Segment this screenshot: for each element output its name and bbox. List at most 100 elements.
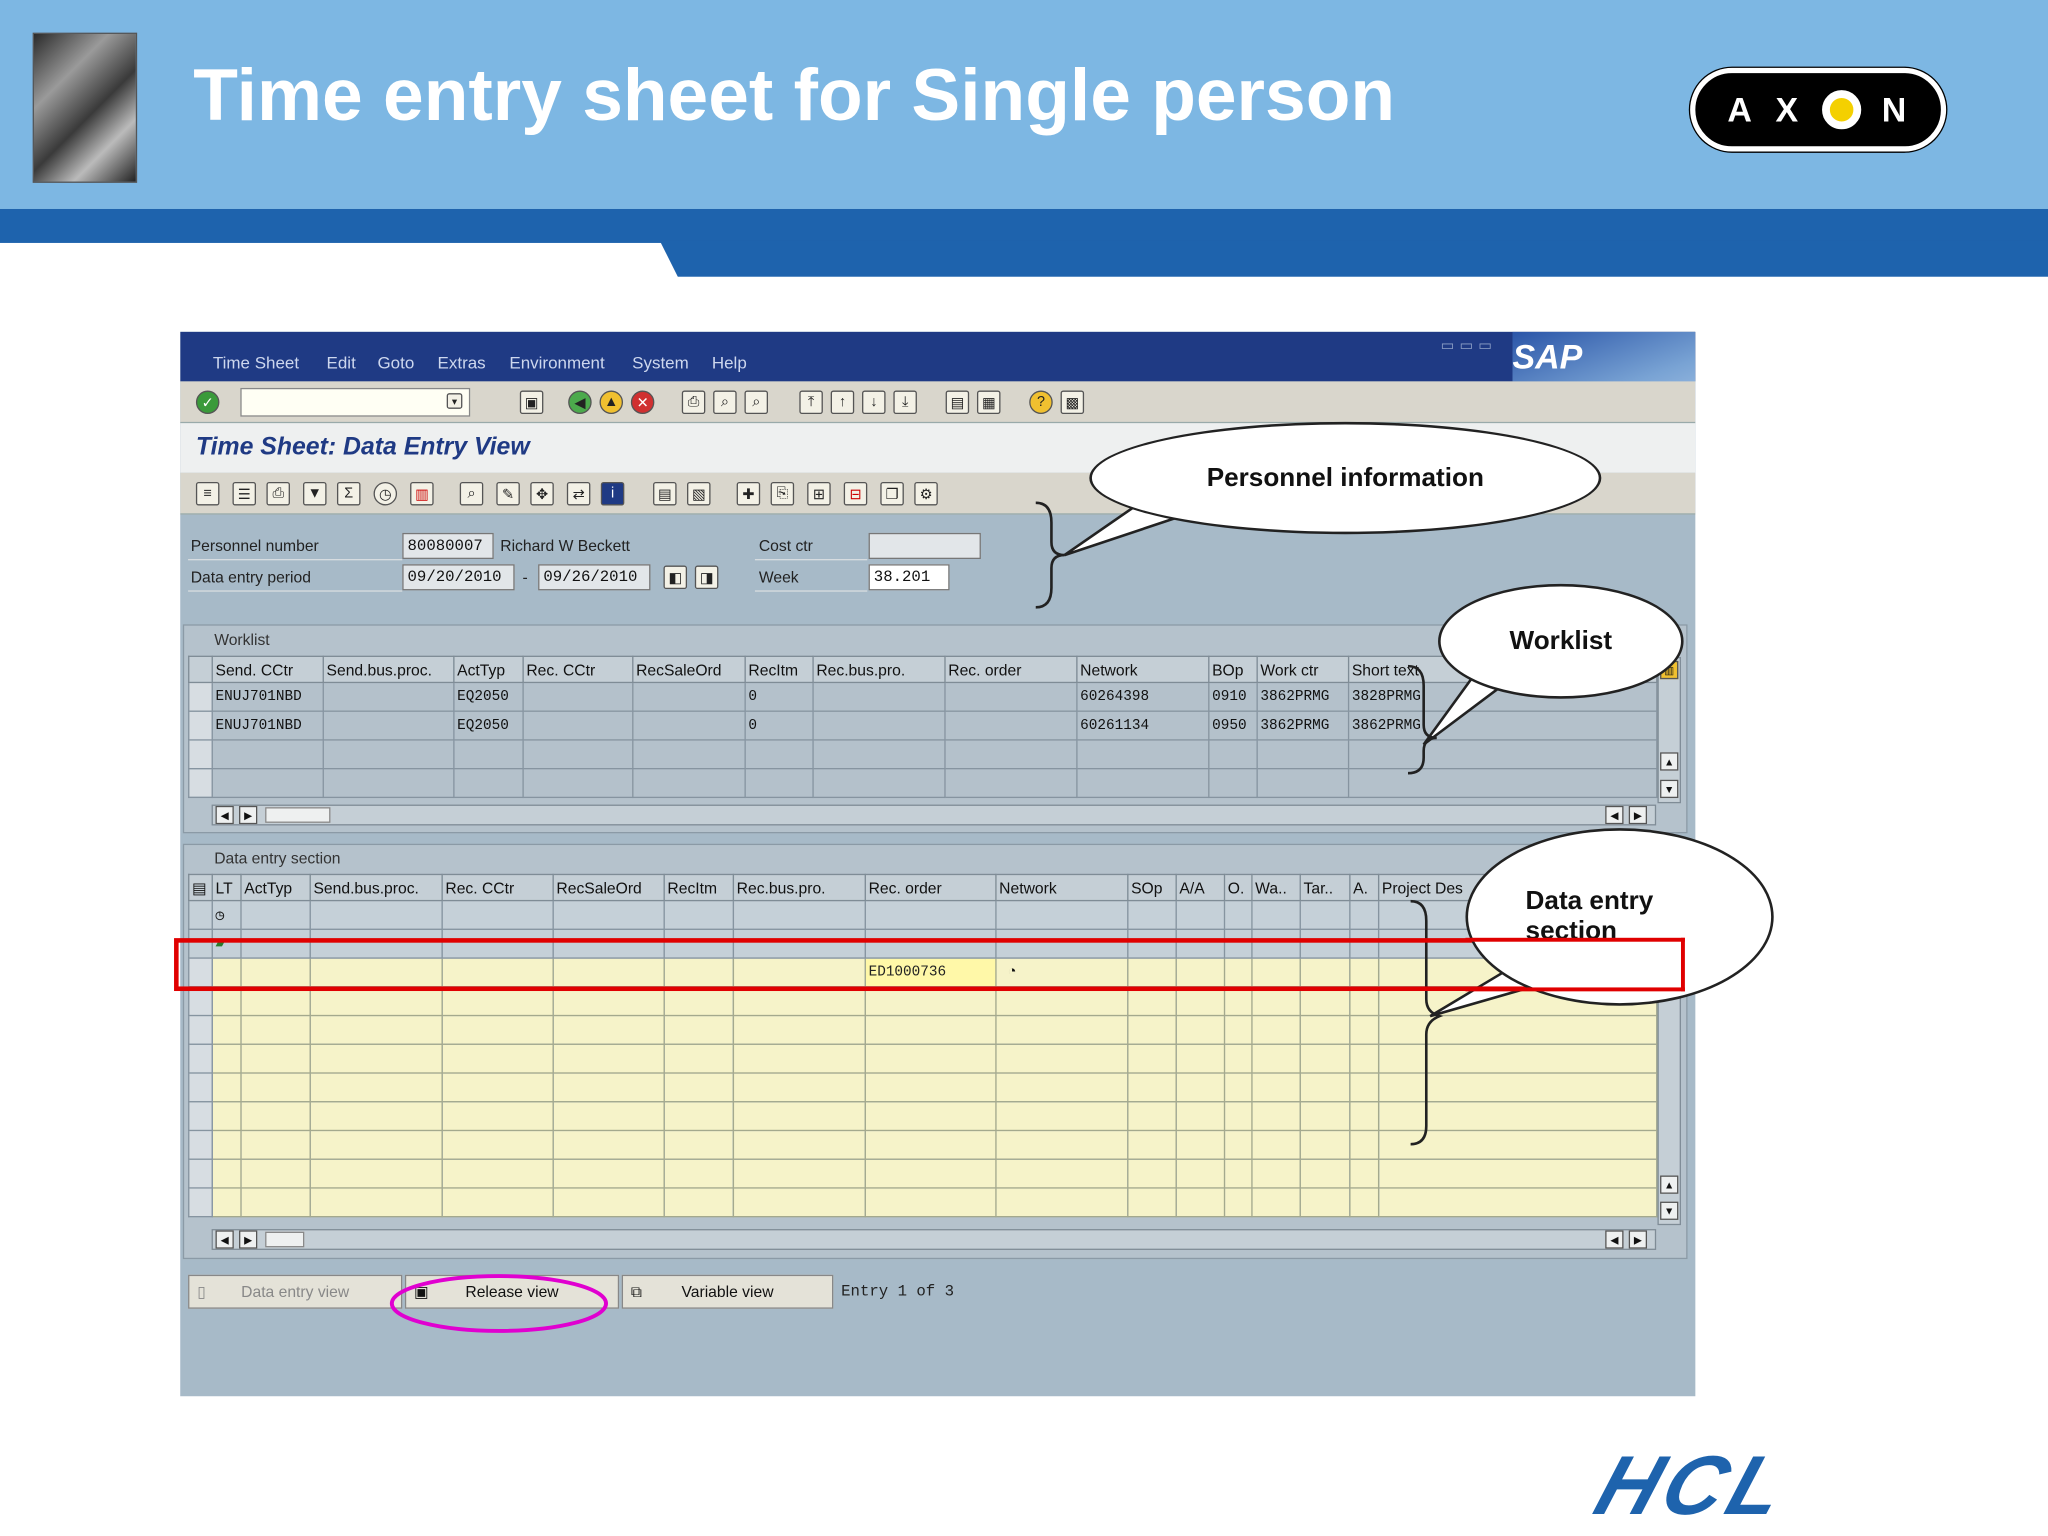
table-cell[interactable] (663, 1014, 735, 1045)
scroll-left-icon[interactable]: ◀ (215, 1230, 234, 1249)
table-cell[interactable] (240, 1043, 311, 1074)
col-header[interactable]: Rec. order (864, 873, 997, 902)
next-page-icon[interactable]: ↓ (862, 390, 886, 415)
table-cell[interactable] (309, 1043, 443, 1074)
copy-line-icon[interactable]: ⎘ (770, 481, 795, 506)
clock-icon[interactable]: ◷ (373, 481, 398, 506)
scroll-right-icon[interactable]: ▶ (239, 1230, 258, 1249)
table-cell[interactable] (309, 1072, 443, 1103)
table-cell[interactable] (211, 1129, 242, 1160)
table-cell[interactable] (1299, 1158, 1351, 1189)
insert-line-icon[interactable]: ⊞ (807, 481, 831, 506)
col-header[interactable]: Send.bus.proc. (309, 873, 443, 902)
table-cell[interactable] (1377, 1014, 1658, 1045)
table-cell[interactable] (1347, 767, 1658, 799)
table-cell[interactable] (441, 1129, 554, 1160)
select-all-icon[interactable]: ▤ (188, 873, 213, 902)
enter-check-icon[interactable]: ✓ (195, 390, 220, 415)
previous-page-icon[interactable]: ↑ (830, 390, 855, 415)
table-cell[interactable] (864, 986, 997, 1017)
table-cell[interactable] (552, 1072, 665, 1103)
table-cell[interactable] (1127, 1014, 1177, 1045)
settings-icon[interactable]: ⚙ (914, 481, 938, 506)
table-cell[interactable] (309, 1101, 443, 1132)
table-cell[interactable] (812, 739, 946, 770)
release-view-button[interactable]: ▣ Release view (404, 1274, 620, 1309)
col-header[interactable]: RecItm (663, 873, 735, 902)
col-header[interactable]: Network (995, 873, 1129, 902)
table-cell[interactable] (1349, 1014, 1380, 1045)
display-icon[interactable]: ⌕ (459, 481, 484, 506)
table-cell[interactable]: 0950 (1208, 710, 1258, 741)
table-cell[interactable] (663, 1187, 735, 1218)
transfer-icon[interactable]: ⇄ (566, 481, 591, 506)
scroll-down-icon[interactable]: ▼ (1660, 1201, 1679, 1220)
table-cell[interactable] (663, 1072, 735, 1103)
table-cell[interactable] (1127, 1101, 1177, 1132)
select-all-icon[interactable]: ▤ (653, 481, 677, 506)
personnel-number-field[interactable]: 80080007 (402, 532, 494, 560)
table-cell[interactable] (1251, 986, 1301, 1017)
col-header[interactable]: LT (211, 873, 242, 902)
first-page-icon[interactable]: ⤒ (799, 390, 823, 415)
table-cell[interactable] (1175, 986, 1226, 1017)
menu-goto[interactable]: Goto (377, 353, 414, 373)
table-cell[interactable] (1127, 986, 1177, 1017)
table-cell[interactable]: 60264398 (1076, 681, 1210, 712)
table-cell[interactable] (1349, 1043, 1380, 1074)
table-cell[interactable] (1223, 1129, 1253, 1160)
col-header[interactable]: ActTyp (240, 873, 311, 902)
rec-order-input[interactable]: ED1000736 (864, 957, 997, 988)
print-preview-icon[interactable]: ⎙ (266, 481, 290, 506)
table-cell[interactable] (1127, 1072, 1177, 1103)
table-cell[interactable] (995, 1158, 1129, 1189)
table-row[interactable] (188, 739, 1658, 770)
menu-extras[interactable]: Extras (438, 353, 486, 373)
table-cell[interactable] (732, 986, 866, 1017)
sum-icon[interactable]: Σ (336, 481, 361, 506)
command-dropdown-icon[interactable]: ▾ (446, 393, 463, 409)
table-row[interactable] (188, 1101, 1658, 1132)
table-cell[interactable] (995, 1072, 1129, 1103)
list-icon[interactable]: ☰ (232, 481, 256, 506)
col-header[interactable]: BOp (1208, 655, 1258, 684)
table-cell[interactable] (240, 1129, 311, 1160)
table-cell[interactable] (944, 767, 1078, 799)
table-cell[interactable] (211, 986, 242, 1017)
table-cell[interactable] (1349, 1187, 1380, 1218)
table-cell[interactable] (663, 1158, 735, 1189)
table-cell[interactable]: 0 (744, 681, 814, 712)
table-row[interactable] (188, 1187, 1658, 1218)
col-header[interactable]: Send. CCtr (211, 655, 324, 684)
table-cell[interactable] (1299, 1072, 1351, 1103)
table-row[interactable]: ◷ (188, 899, 1658, 930)
col-header[interactable]: Rec. CCtr (441, 873, 554, 902)
table-cell[interactable]: EQ2050 (453, 681, 524, 712)
table-cell[interactable] (1299, 1014, 1351, 1045)
scroll-up-icon[interactable]: ▲ (1660, 1175, 1679, 1194)
menu-environment[interactable]: Environment (509, 353, 604, 373)
col-header[interactable]: SOp (1127, 873, 1177, 902)
move-icon[interactable]: ✥ (530, 481, 554, 506)
data-entry-view-button[interactable]: ▯ Data entry view (188, 1274, 403, 1309)
table-cell[interactable] (1377, 1187, 1658, 1218)
shortcut-icon[interactable]: ▦ (976, 390, 1001, 415)
deselect-icon[interactable]: ▧ (687, 481, 711, 506)
table-cell[interactable] (663, 1129, 735, 1160)
window-controls-icon[interactable]: ▭▭▭ (1441, 337, 1497, 354)
table-cell[interactable] (1175, 1101, 1226, 1132)
col-header[interactable]: Network (1076, 655, 1210, 684)
table-cell[interactable]: ENUJ701NBD (211, 681, 324, 712)
table-cell[interactable] (322, 767, 455, 799)
table-cell[interactable] (995, 1043, 1129, 1074)
row-selector[interactable] (188, 1043, 213, 1074)
help-icon[interactable]: ? (1029, 390, 1053, 415)
scroll-right-end-icon[interactable]: ▶ (1628, 1230, 1648, 1249)
table-cell[interactable] (864, 1101, 997, 1132)
table-cell[interactable] (453, 767, 524, 799)
period-from-field[interactable]: 09/20/2010 (402, 564, 515, 591)
table-cell[interactable] (1127, 1129, 1177, 1160)
period-to-field[interactable]: 09/26/2010 (538, 564, 651, 591)
table-cell[interactable] (441, 1043, 554, 1074)
table-cell[interactable] (1208, 767, 1258, 799)
